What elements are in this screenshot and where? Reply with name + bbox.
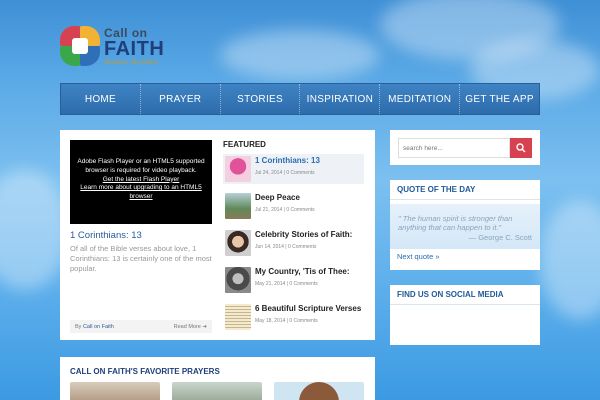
featured-item-title: 1 Corinthians: 13 (255, 156, 320, 165)
featured-item-title: My Country, 'Tis of Thee: (255, 267, 350, 276)
nav-item-prayer[interactable]: PRAYER (141, 84, 221, 114)
featured-thumbnail-heart-tree (225, 156, 251, 182)
flash-player-link[interactable]: Get the latest Flash Player (103, 176, 180, 183)
post-title[interactable]: 1 Corinthians: 13 (70, 230, 142, 241)
arrow-right-icon: ➔ (202, 323, 207, 330)
next-quote-link[interactable]: Next quote » (390, 249, 540, 264)
post-byline: By Call on Faith (75, 323, 114, 330)
logo-line-1: Call on (104, 25, 148, 40)
main-content: Adobe Flash Player or an HTML5 supported… (60, 130, 375, 340)
featured-item[interactable]: My Country, 'Tis of Thee: May 21, 2014 |… (223, 265, 364, 295)
nav-item-get-the-app[interactable]: GET THE APP (460, 84, 539, 114)
prayer-thumbnail-hands[interactable] (70, 382, 160, 400)
social-heading: FIND US ON SOCIAL MEDIA (390, 285, 540, 305)
nav-item-stories[interactable]: STORIES (221, 84, 301, 114)
post-author-link[interactable]: Call on Faith (83, 324, 114, 330)
logo-tagline: Anytime. Anywhere. (104, 57, 160, 66)
featured-thumbnail-path (225, 193, 251, 219)
main-nav: HOME PRAYER STORIES INSPIRATION MEDITATI… (60, 83, 540, 115)
featured-item-meta: Jun 14, 2014 | 0 Comments (255, 243, 317, 250)
quote-author: — George C. Scott (468, 232, 532, 242)
search-button[interactable] (510, 138, 532, 158)
prayer-thumbnail-field[interactable] (172, 382, 262, 400)
prayers-heading: CALL ON FAITH'S FAVORITE PRAYERS (70, 367, 220, 376)
quote-heading: QUOTE OF THE DAY (390, 180, 540, 200)
featured-item-meta: Jul 21, 2014 | 0 Comments (255, 206, 315, 213)
search-input[interactable] (398, 138, 510, 158)
featured-thumbnail-portrait-bw (225, 267, 251, 293)
featured-item-title: 6 Beautiful Scripture Verses (255, 304, 362, 313)
logo-mark-icon (60, 26, 100, 66)
quote-text: " The human spirit is stronger than anyt… (398, 214, 513, 233)
prayer-thumbnail-food[interactable] (274, 382, 364, 400)
quote-widget: QUOTE OF THE DAY " The human spirit is s… (390, 180, 540, 270)
html5-browser-link[interactable]: Learn more about upgrading to an HTML5 b… (80, 184, 201, 200)
featured-item-meta: May 21, 2014 | 0 Comments (255, 280, 318, 287)
logo-line-2: FAITH (104, 37, 165, 60)
featured-item[interactable]: Celebrity Stories of Faith: Jun 14, 2014… (223, 228, 364, 258)
background-cloud (540, 200, 600, 320)
post-footer: By Call on Faith Read More ➔ (70, 320, 212, 333)
quote-body: " The human spirit is stronger than anyt… (390, 204, 540, 249)
video-message: Adobe Flash Player or an HTML5 supported… (77, 158, 205, 174)
featured-item-meta: Jul 24, 2014 | 0 Comments (255, 169, 315, 176)
nav-item-inspiration[interactable]: INSPIRATION (300, 84, 381, 114)
video-player[interactable]: Adobe Flash Player or an HTML5 supported… (70, 140, 212, 224)
featured-item[interactable]: 1 Corinthians: 13 Jul 24, 2014 | 0 Comme… (223, 154, 364, 184)
background-cloud (220, 30, 380, 80)
featured-item-meta: May 18, 2014 | 0 Comments (255, 317, 318, 324)
site-logo[interactable]: Call on FAITH Anytime. Anywhere. (60, 22, 180, 70)
read-more-link[interactable]: Read More ➔ (174, 324, 207, 330)
featured-thumbnail-scripture (225, 304, 251, 330)
prayers-section: CALL ON FAITH'S FAVORITE PRAYERS (60, 357, 375, 400)
search-widget (390, 130, 540, 165)
social-widget: FIND US ON SOCIAL MEDIA (390, 285, 540, 345)
featured-item[interactable]: Deep Peace Jul 21, 2014 | 0 Comments (223, 191, 364, 221)
featured-heading: FEATURED (223, 140, 266, 149)
search-icon (516, 143, 526, 153)
nav-item-home[interactable]: HOME (61, 84, 141, 114)
nav-item-meditation[interactable]: MEDITATION (380, 84, 461, 114)
featured-item-title: Celebrity Stories of Faith: (255, 230, 353, 239)
featured-thumbnail-portrait (225, 230, 251, 256)
featured-item[interactable]: 6 Beautiful Scripture Verses May 18, 201… (223, 302, 364, 332)
post-excerpt: Of all of the Bible verses about love, 1… (70, 244, 212, 273)
featured-item-title: Deep Peace (255, 193, 300, 202)
